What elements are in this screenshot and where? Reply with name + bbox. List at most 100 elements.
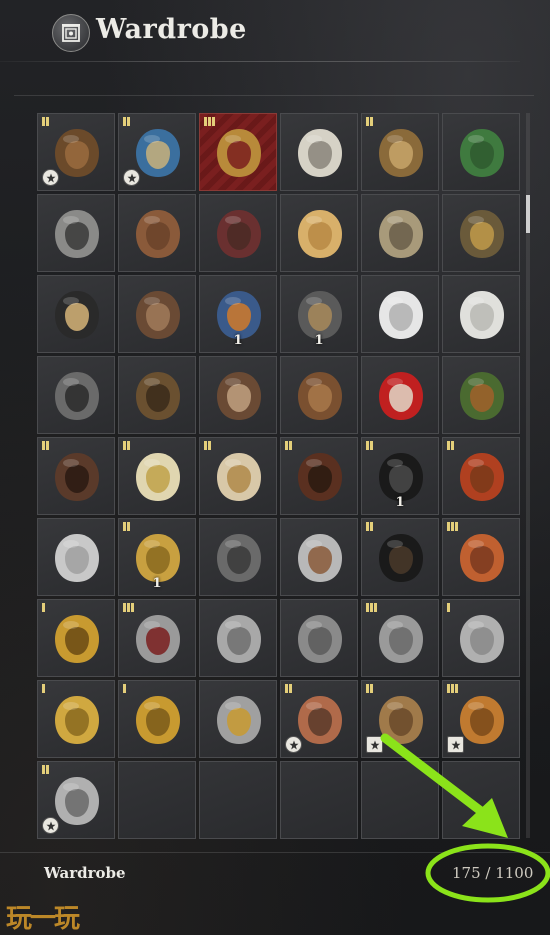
leaf-mask-headdress-icon (460, 372, 504, 420)
item-slot-bear-pelt-hood[interactable] (118, 275, 196, 353)
item-slot-gilded-bird-helm[interactable]: 1 (118, 518, 196, 596)
gold-bascinet-icon (55, 696, 99, 744)
item-slot-grey-wolf-hood[interactable] (37, 356, 115, 434)
item-count: 1 (395, 495, 405, 510)
gold-barbute-icon (136, 696, 180, 744)
item-slot-straw-conical-hat[interactable] (280, 113, 358, 191)
red-hood-icon (379, 372, 423, 420)
item-slot-beaded-veil-hat[interactable] (361, 113, 439, 191)
item-slot-crested-close-helm[interactable] (118, 599, 196, 677)
item-slot-eagle-feather-helm[interactable] (199, 437, 277, 515)
item-slot-blue-tabard-coat[interactable] (118, 113, 196, 191)
item-slot-bronze-morion[interactable] (442, 194, 520, 272)
item-slot-blue-kepi[interactable]: 1 (199, 275, 277, 353)
header-divider (0, 61, 520, 62)
item-slot-padded-gambeson[interactable] (37, 113, 115, 191)
item-slot-woven-disc-mask[interactable]: 1 (280, 275, 358, 353)
footer-label: Wardrobe (44, 864, 126, 882)
feathered-cloak-icon (379, 210, 423, 258)
header: Wardrobe (0, 0, 550, 62)
empty-slot (199, 761, 277, 839)
gold-trim-cap-icon (136, 453, 180, 501)
item-slot-red-plume-face-helm[interactable] (442, 518, 520, 596)
item-slot-deer-head-hood[interactable] (199, 356, 277, 434)
grey-wolf-hood-icon (55, 372, 99, 420)
item-slot-raccoon-hood[interactable] (37, 194, 115, 272)
crest-badge-icon (285, 736, 302, 753)
crest-badge-icon (123, 169, 140, 186)
golden-plate-cuirass-icon (217, 129, 261, 177)
watermark-logo: 玩一玩 (6, 904, 80, 934)
oni-mask-icon (298, 453, 342, 501)
crest-badge-icon (42, 817, 59, 834)
footer-divider (0, 852, 550, 853)
tier-mark-icon (447, 603, 450, 613)
feathered-tricorn-icon (55, 291, 99, 339)
item-slot-ornate-mail-helm[interactable] (280, 680, 358, 758)
item-slot-leaf-mask-headdress[interactable] (442, 356, 520, 434)
wide-brim-kettle-icon (460, 615, 504, 663)
item-slot-red-plumed-helm[interactable] (442, 437, 520, 515)
item-slot-stag-head-hood[interactable] (37, 437, 115, 515)
item-slot-owl-fur-hood[interactable] (118, 356, 196, 434)
item-slot-engraved-spike-helm[interactable] (361, 680, 439, 758)
item-slot-great-helm[interactable] (361, 599, 439, 677)
golden-lion-helm-icon (55, 615, 99, 663)
item-slot-horned-bronze-helm[interactable] (442, 680, 520, 758)
item-slot-golden-lion-helm[interactable] (37, 599, 115, 677)
item-slot-brown-bear-hood[interactable] (280, 356, 358, 434)
item-slot-iron-kettle-hat[interactable] (280, 599, 358, 677)
item-slot-steel-morion[interactable] (199, 680, 277, 758)
brown-bear-hood-icon (298, 372, 342, 420)
crested-close-helm-icon (136, 615, 180, 663)
item-slot-steel-nasal-helm[interactable] (37, 518, 115, 596)
item-count: 1 (314, 333, 324, 348)
item-slot-green-bucket-hat[interactable] (442, 113, 520, 191)
stag-head-hood-icon (55, 453, 99, 501)
item-slot-feathered-tricorn[interactable] (37, 275, 115, 353)
tier-mark-icon (123, 684, 126, 694)
owl-fur-hood-icon (136, 372, 180, 420)
item-slot-steel-sallet[interactable] (199, 599, 277, 677)
item-slot-gold-trim-cap[interactable] (118, 437, 196, 515)
item-slot-golden-plate-cuirass[interactable] (199, 113, 277, 191)
item-slot-gold-bascinet[interactable] (37, 680, 115, 758)
item-slot-gold-barbute[interactable] (118, 680, 196, 758)
item-slot-spired-kettle-helm[interactable] (280, 518, 358, 596)
steel-morion-icon (217, 696, 261, 744)
scrollbar-thumb[interactable] (526, 195, 530, 233)
item-count: 1 (233, 333, 243, 348)
item-slot-feathered-cloak[interactable] (361, 194, 439, 272)
steel-nasal-helm-icon (55, 534, 99, 582)
item-slot-wide-brim-kettle[interactable] (442, 599, 520, 677)
tier-mark-icon (42, 603, 45, 613)
scrollbar[interactable] (526, 113, 530, 838)
bronze-morion-icon (460, 210, 504, 258)
item-slot-polar-bear-hood[interactable] (442, 275, 520, 353)
item-slot-oni-mask[interactable] (280, 437, 358, 515)
empty-slot (118, 761, 196, 839)
star-seal-icon (366, 736, 383, 753)
wardrobe-grid: 1 1 1 1 (37, 113, 520, 839)
raccoon-hood-icon (55, 210, 99, 258)
item-slot-horned-visor-helm[interactable] (199, 518, 277, 596)
crest-badge-icon (42, 169, 59, 186)
tier-mark-icon (42, 684, 45, 694)
polar-bear-hood-icon (460, 291, 504, 339)
white-wolf-hood-icon (379, 291, 423, 339)
empty-slot (442, 761, 520, 839)
item-slot-wool-coif[interactable] (280, 194, 358, 272)
item-slot-plumed-armet[interactable] (37, 761, 115, 839)
beaded-veil-hat-icon (379, 129, 423, 177)
item-slot-fur-ushanka[interactable] (199, 194, 277, 272)
empty-slot (361, 761, 439, 839)
item-count: 1 (152, 576, 162, 591)
item-slot-red-hood[interactable] (361, 356, 439, 434)
item-slot-crow-feather-hood[interactable] (361, 518, 439, 596)
straw-conical-hat-icon (298, 129, 342, 177)
item-slot-white-wolf-hood[interactable] (361, 275, 439, 353)
item-slot-brown-cap[interactable] (118, 194, 196, 272)
steel-sallet-icon (217, 615, 261, 663)
red-plume-face-helm-icon (460, 534, 504, 582)
item-slot-black-crown-helm[interactable]: 1 (361, 437, 439, 515)
